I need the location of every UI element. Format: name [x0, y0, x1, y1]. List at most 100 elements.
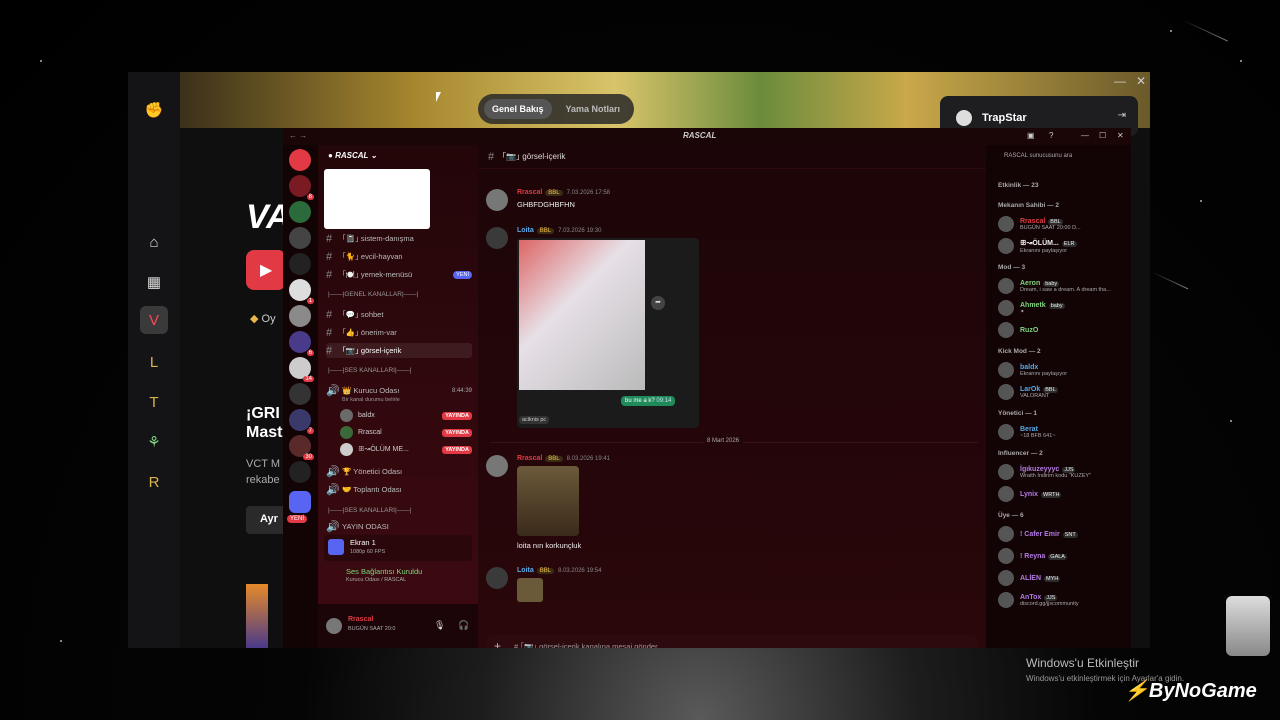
member-row[interactable]: Rrascal BBL BUGÜN SAAT 20:00 D... [998, 214, 1127, 234]
member-row[interactable]: AnTox JJS discord.gg/jjscommunity [998, 590, 1127, 610]
riot-fist-icon[interactable]: ✊ [140, 96, 168, 124]
message-author[interactable]: Rrascal [517, 189, 542, 196]
category-ses[interactable]: |——|SES KANALLARI|——| [328, 367, 411, 374]
channel-sohbet[interactable]: # ｢💬｣ sohbet [326, 307, 472, 322]
member-row[interactable]: Ahmetk baby ✦ [998, 298, 1127, 318]
member-row[interactable]: İgıkuzeyyyc JJS Wraith İndirim kodu "KUZEY… [998, 462, 1127, 482]
avatar[interactable] [326, 618, 342, 634]
image-attachment[interactable] [517, 466, 579, 536]
avatar[interactable] [486, 455, 508, 477]
server-icon[interactable]: 6 [289, 331, 314, 356]
recycle-bin-icon[interactable] [1226, 596, 1270, 656]
voice-user[interactable]: ꕥ↝ÖLÜM ME... YAYINDA [340, 442, 472, 457]
member-row[interactable]: ALİEN MYH [998, 568, 1127, 588]
guild-tag: baby [1043, 280, 1060, 287]
connection-sub[interactable]: Kurucu Odası / RASCAL [346, 577, 406, 583]
category-genel[interactable]: |——|GENEL KANALLAR|——| [328, 291, 418, 298]
member-row[interactable]: Aeron baby Dream, i saw a dream. A dream t… [998, 276, 1127, 296]
close-icon[interactable]: ✕ [1136, 74, 1146, 88]
server-icon[interactable] [289, 253, 311, 275]
mic-icon[interactable]: 🎙 [434, 620, 445, 631]
tft-icon[interactable]: T [140, 388, 168, 416]
inbox-icon[interactable]: ▣ [1027, 131, 1035, 140]
voice-connection: Ses Bağlantısı Kuruldu Kurucu Odası / RA… [324, 565, 472, 587]
avatar[interactable] [486, 567, 508, 589]
voice-channel-yayin[interactable]: 🔊 YAYIN ODASI [326, 519, 472, 534]
category-ses-2[interactable]: |——|SES KANALLARI|——| [328, 507, 411, 514]
runeterra-icon[interactable]: R [140, 468, 168, 496]
member-name: AnTox [1020, 593, 1042, 601]
channel-onerim-var[interactable]: # ｢👍｣ önerim-var [326, 325, 472, 340]
add-attachment-icon[interactable]: + [494, 639, 501, 648]
search-input[interactable]: RASCAL sunucusunu ara [986, 145, 1131, 169]
discord-home-icon[interactable] [289, 149, 311, 171]
voice-channel-kurucu[interactable]: 🔊 👑 Kurucu Odası 8:44:39 [326, 383, 472, 398]
image-attachment[interactable] [517, 578, 543, 602]
channel-evcil-hayvan[interactable]: # ｢🐈｣ evcil-hayvan [326, 249, 472, 264]
minimize-icon[interactable]: — [1081, 131, 1089, 140]
screen-share-card[interactable]: Ekran 1 1080p 60 FPS [324, 535, 472, 561]
member-group-header[interactable]: Etkinlik — 23 [998, 182, 1038, 189]
member-row[interactable]: ꕥ↝ÖLÜM... ELR Ekranını paylaşıyor [998, 236, 1127, 256]
channel-yemek-menusu[interactable]: # ｢🍽️｣ yemek-menüsü YENİ [326, 267, 472, 282]
play-button[interactable]: ▶ [246, 250, 286, 290]
back-icon[interactable]: ← → [289, 131, 307, 140]
member-row[interactable]: LarOk BBL VALORANT [998, 382, 1127, 402]
server-icon[interactable] [289, 227, 311, 249]
news-thumbnail[interactable] [246, 584, 268, 648]
server-icon[interactable]: 1 [289, 279, 314, 304]
message-author[interactable]: Rrascal [517, 455, 542, 462]
forward-icon[interactable]: ➦ [651, 296, 665, 310]
help-icon[interactable]: ? [1049, 131, 1053, 140]
server-icon[interactable]: 8 [289, 175, 314, 200]
member-row[interactable]: RuzO [998, 320, 1127, 340]
valorant-icon[interactable]: V [140, 306, 168, 334]
server-icon[interactable] [289, 305, 311, 327]
tab-overview[interactable]: Genel Bakış [484, 99, 552, 119]
channel-gorsel-icerik[interactable]: # ｢📷｣ görsel-içerik [326, 343, 472, 358]
message-author[interactable]: Loita [517, 567, 534, 574]
folder-icon[interactable] [289, 491, 311, 513]
voice-status[interactable]: Bir kanal durumu belirle [342, 397, 400, 403]
server-icon[interactable]: 14 [289, 357, 314, 382]
star [1240, 60, 1242, 62]
wild-rift-icon[interactable]: ⚘ [140, 428, 168, 456]
hash-icon: # [326, 250, 333, 263]
details-button[interactable]: Ayr [246, 506, 286, 534]
member-row[interactable]: Lynix WRTH [998, 484, 1127, 504]
member-row[interactable]: baldx Ekranını paylaşıyor [998, 360, 1127, 380]
home-icon[interactable]: ⌂ [140, 228, 168, 256]
server-icon[interactable] [289, 383, 311, 405]
attached-photo[interactable] [519, 240, 645, 390]
member-status: ✦ [1020, 308, 1025, 315]
server-icon[interactable] [289, 201, 311, 223]
avatar[interactable] [486, 227, 508, 249]
member-row[interactable]: ! Cafer Emir SNT [998, 524, 1127, 544]
maximize-icon[interactable]: ☐ [1099, 131, 1106, 140]
image-attachment[interactable]: ➦ bu me a k? 09:14 aciknis pc [517, 238, 699, 428]
member-info: baldx Ekranını paylaşıyor [1020, 364, 1067, 377]
screen-title: Ekran 1 [350, 538, 376, 547]
voice-user[interactable]: baldx YAYINDA [340, 408, 472, 423]
avatar[interactable] [486, 189, 508, 211]
voice-user[interactable]: Rrascal YAYINDA [340, 425, 472, 440]
minimize-icon[interactable]: — [1114, 74, 1126, 88]
member-row[interactable]: Berat ~18 BFB 641~ [998, 422, 1127, 442]
voice-channel-yonetici[interactable]: 🔊 🏆 Yönetici Odası [326, 464, 472, 479]
message-author[interactable]: Loita [517, 227, 534, 234]
close-icon[interactable]: ✕ [1117, 131, 1124, 140]
collapse-icon[interactable]: ⇥ [1118, 110, 1126, 121]
server-icon[interactable]: 7 [289, 409, 314, 434]
voice-channel-toplanti[interactable]: 🔊 🤝 Toplantı Odası [326, 482, 472, 497]
server-name[interactable]: ● RASCAL ⌄ [328, 151, 377, 160]
message-input[interactable]: # ｢📷｣ görsel-içerik kanalına mesaj gönde… [486, 635, 978, 648]
member-row[interactable]: ! Reyna GALA [998, 546, 1127, 566]
headphones-icon[interactable]: 🎧 [458, 620, 469, 631]
channel-sistem-danisma[interactable]: # ｢📓｣ sistem-danışma [326, 231, 472, 246]
grid-icon[interactable]: ▦ [140, 268, 168, 296]
message-text: loita nın korkunçluk [517, 541, 582, 550]
server-icon[interactable] [289, 461, 311, 483]
league-icon[interactable]: L [140, 348, 168, 376]
server-icon[interactable]: 30 [289, 435, 314, 460]
tab-patch-notes[interactable]: Yama Notları [558, 99, 629, 119]
